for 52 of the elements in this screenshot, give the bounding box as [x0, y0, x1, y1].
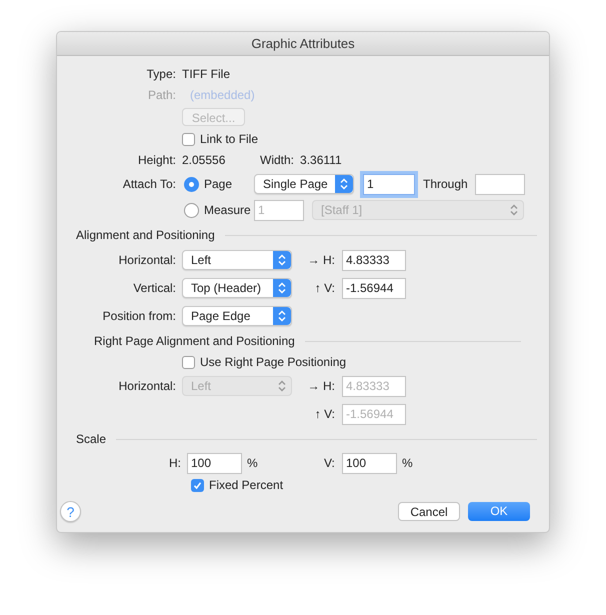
radio-label: Measure: [204, 202, 251, 219]
field-label: Type:: [146, 66, 176, 80]
input-field[interactable]: [475, 174, 525, 194]
radio-button[interactable]: [184, 176, 199, 192]
field-label: Position from:: [102, 309, 176, 323]
field-label: ↑ V:: [314, 407, 335, 421]
dropdown[interactable]: Single Page: [254, 174, 354, 194]
checkbox-label: Link to File: [200, 131, 258, 148]
stepper-icon: [278, 254, 286, 266]
radio-label: Page: [204, 176, 232, 193]
field-label: V:: [324, 456, 335, 470]
field-label: Vertical:: [133, 281, 176, 295]
checkbox[interactable]: [182, 132, 195, 146]
input-field[interactable]: -1.56944: [342, 278, 406, 298]
checkbox[interactable]: [182, 356, 195, 368]
input-field[interactable]: 1: [363, 174, 415, 194]
field-label: Path:: [148, 88, 176, 102]
checkbox-label: Use Right Page Positioning: [200, 354, 346, 371]
stepper-icon: [278, 380, 286, 392]
stepper-icon: [510, 204, 518, 216]
field-label: H:: [169, 456, 181, 470]
field-label: ↑ V:: [314, 281, 335, 295]
field-label: TIFF File: [182, 66, 230, 82]
field-label: %: [247, 456, 258, 470]
field-label: 2.05556: [182, 152, 226, 166]
field-label: Horizontal:: [118, 379, 176, 393]
input-field[interactable]: 4.83333: [342, 250, 406, 270]
dropdown[interactable]: Top (Header): [182, 278, 292, 298]
section-heading: Right Page Alignment and Positioning: [94, 333, 295, 350]
path-value: (embedded): [190, 86, 255, 104]
field-label: → H:: [308, 379, 335, 393]
field-label: Width:: [260, 152, 294, 168]
field-label: Attach To:: [122, 177, 176, 191]
field-label: Height:: [138, 152, 176, 166]
section-heading: Alignment and Positioning: [76, 227, 215, 244]
field-label: Horizontal:: [118, 253, 176, 267]
stepper-icon: [278, 310, 286, 322]
field-label: 3.36111: [300, 152, 342, 168]
field-label: → H:: [308, 253, 335, 267]
input-field[interactable]: 100: [342, 452, 397, 474]
stepper-icon: [278, 282, 286, 294]
section-heading: Scale: [76, 431, 106, 448]
input-field[interactable]: 100: [187, 452, 242, 474]
checkbox[interactable]: [191, 478, 204, 492]
field-label: Through: [423, 177, 468, 191]
field-label: %: [402, 455, 413, 472]
dropdown[interactable]: Page Edge: [182, 306, 292, 326]
dropdown[interactable]: Left: [182, 250, 292, 270]
checkbox-label: Fixed Percent: [209, 477, 284, 494]
window-title: Graphic Attributes: [251, 34, 355, 53]
stepper-icon: [340, 178, 348, 190]
cancel-button[interactable]: Cancel: [398, 502, 460, 520]
